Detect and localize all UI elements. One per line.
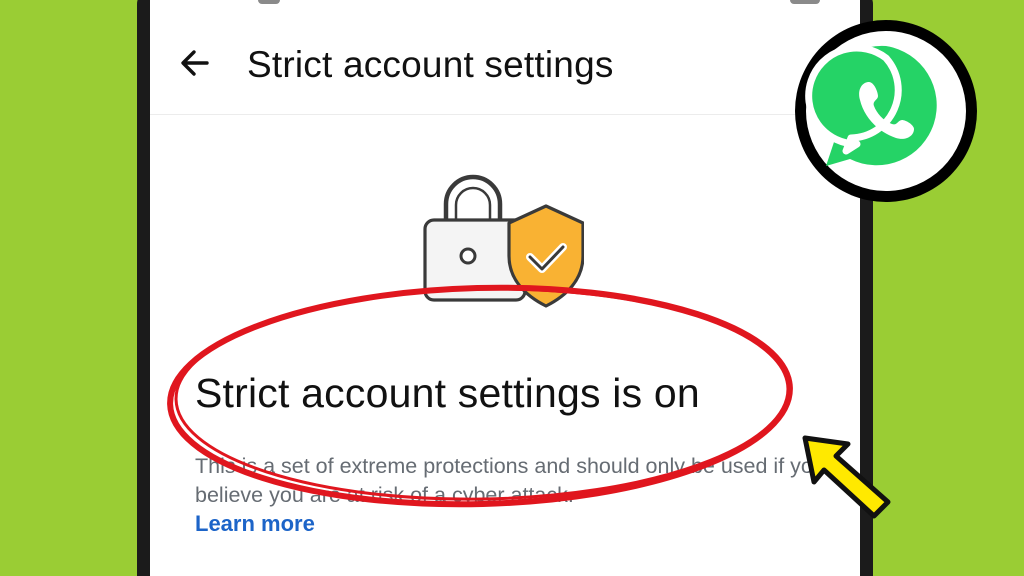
- security-illustration: [423, 174, 584, 308]
- app-bar: Strict account settings: [150, 0, 860, 115]
- back-button[interactable]: [170, 38, 220, 88]
- arrow-left-icon: [181, 50, 209, 76]
- learn-more-link[interactable]: Learn more: [195, 511, 315, 537]
- status-description: This is a set of extreme protections and…: [195, 454, 825, 507]
- whatsapp-logo: [795, 20, 977, 202]
- status-headline: Strict account settings is on: [195, 370, 700, 416]
- app-screen: Strict account settings Strict account s…: [150, 0, 860, 576]
- page-title: Strict account settings: [247, 44, 614, 85]
